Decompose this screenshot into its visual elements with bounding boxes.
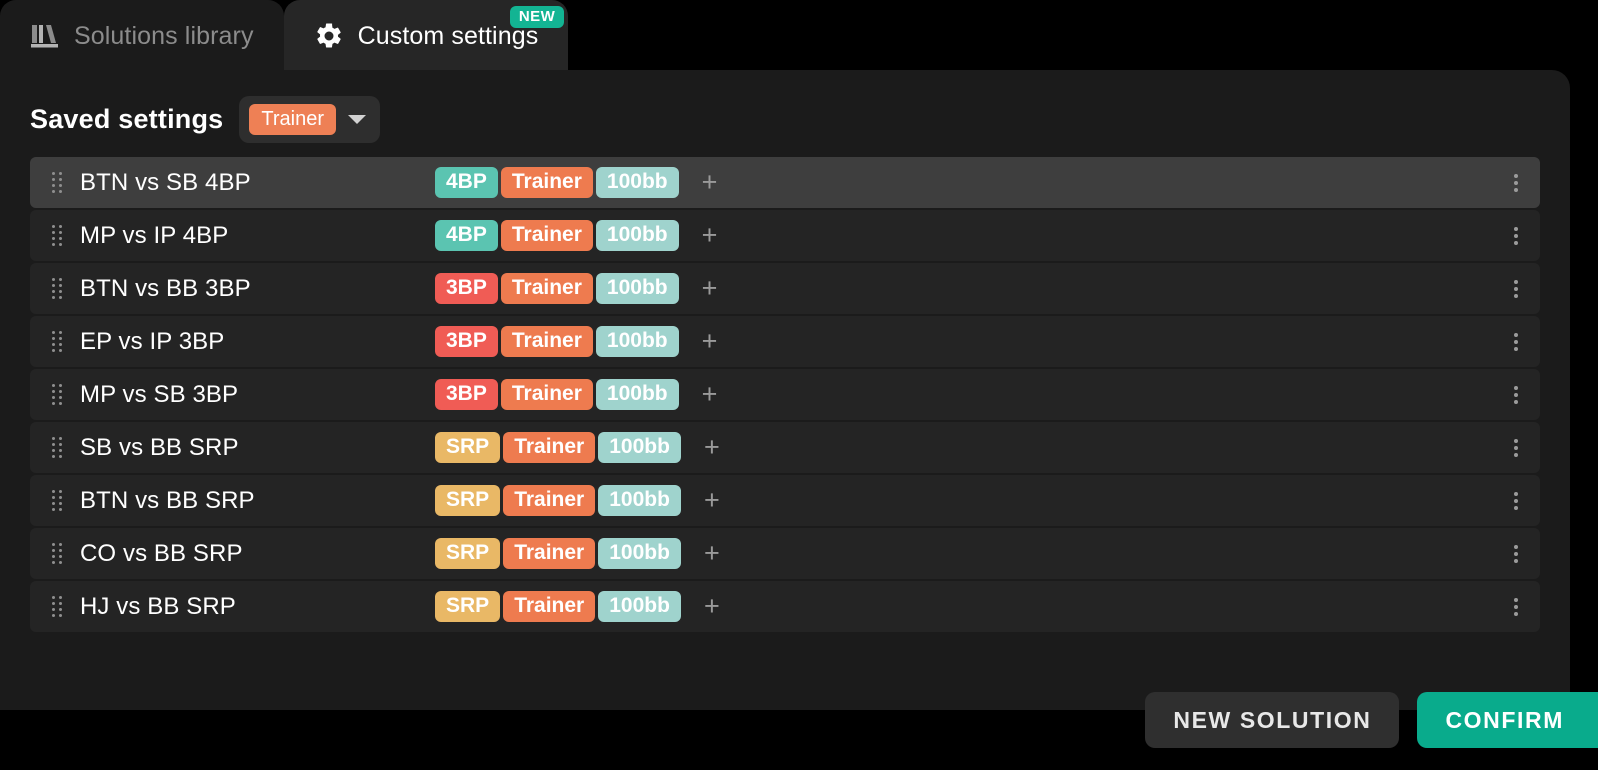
- row-tags: 3BP Trainer 100bb +: [435, 272, 718, 305]
- row-overflow-menu-icon[interactable]: [1510, 435, 1522, 461]
- saved-settings-list: BTN vs SB 4BP 4BP Trainer 100bb + MP vs IP 4B…: [0, 157, 1570, 632]
- tab-solutions-library[interactable]: Solutions library: [0, 0, 284, 72]
- tag-4bp[interactable]: 4BP: [435, 219, 498, 252]
- tag-srp[interactable]: SRP: [435, 537, 501, 570]
- tag-100bb[interactable]: 100bb: [595, 378, 679, 411]
- row-label: HJ vs BB SRP: [80, 592, 236, 620]
- confirm-button[interactable]: CONFIRM: [1417, 692, 1598, 748]
- tag-100bb[interactable]: 100bb: [598, 537, 681, 570]
- profile-select[interactable]: Trainer: [239, 96, 380, 143]
- row-label: BTN vs SB 4BP: [80, 168, 251, 196]
- tag-trainer[interactable]: Trainer: [500, 166, 593, 199]
- table-row[interactable]: HJ vs BB SRP SRP Trainer 100bb +: [30, 581, 1540, 632]
- footer-actions: NEW SOLUTION CONFIRM: [0, 670, 1598, 770]
- row-tags: SRP Trainer 100bb +: [435, 431, 720, 464]
- table-row[interactable]: SB vs BB SRP SRP Trainer 100bb +: [30, 422, 1540, 473]
- row-overflow-menu-icon[interactable]: [1510, 170, 1522, 196]
- row-overflow-menu-icon[interactable]: [1510, 329, 1522, 355]
- tag-100bb[interactable]: 100bb: [598, 484, 681, 517]
- add-tag-icon[interactable]: +: [704, 487, 720, 514]
- row-tags: 3BP Trainer 100bb +: [435, 325, 718, 358]
- page-title: Saved settings: [30, 104, 224, 134]
- new-solution-button[interactable]: NEW SOLUTION: [1145, 692, 1400, 748]
- row-tags: 4BP Trainer 100bb +: [435, 219, 718, 252]
- chevron-down-icon: [347, 115, 366, 124]
- tab-solutions-library-label: Solutions library: [74, 21, 254, 50]
- tag-trainer[interactable]: Trainer: [503, 537, 596, 570]
- row-overflow-menu-icon[interactable]: [1510, 488, 1522, 514]
- drag-handle-icon[interactable]: [44, 384, 70, 405]
- add-tag-icon[interactable]: +: [702, 275, 718, 302]
- tag-srp[interactable]: SRP: [435, 484, 501, 517]
- row-overflow-menu-icon[interactable]: [1510, 223, 1522, 249]
- row-label: EP vs IP 3BP: [80, 327, 225, 355]
- tag-100bb[interactable]: 100bb: [595, 219, 679, 252]
- drag-handle-icon[interactable]: [44, 490, 70, 511]
- drag-handle-icon[interactable]: [44, 225, 70, 246]
- add-tag-icon[interactable]: +: [702, 381, 718, 408]
- table-row[interactable]: MP vs SB 3BP 3BP Trainer 100bb +: [30, 369, 1540, 420]
- table-row[interactable]: BTN vs BB SRP SRP Trainer 100bb +: [30, 475, 1540, 526]
- tag-100bb[interactable]: 100bb: [598, 590, 681, 623]
- tag-trainer[interactable]: Trainer: [503, 590, 596, 623]
- row-overflow-menu-icon[interactable]: [1510, 382, 1522, 408]
- tag-trainer[interactable]: Trainer: [500, 378, 593, 411]
- table-row[interactable]: CO vs BB SRP SRP Trainer 100bb +: [30, 528, 1540, 579]
- row-label: SB vs BB SRP: [80, 433, 239, 461]
- row-tags: SRP Trainer 100bb +: [435, 537, 720, 570]
- tag-4bp[interactable]: 4BP: [435, 166, 498, 199]
- tag-100bb[interactable]: 100bb: [595, 325, 679, 358]
- custom-settings-panel: Saved settings Trainer BTN vs SB 4BP 4BP T…: [0, 70, 1570, 710]
- tag-trainer[interactable]: Trainer: [500, 272, 593, 305]
- row-overflow-menu-icon[interactable]: [1510, 541, 1522, 567]
- tag-3bp[interactable]: 3BP: [435, 325, 498, 358]
- tag-100bb[interactable]: 100bb: [595, 272, 679, 305]
- row-tags: SRP Trainer 100bb +: [435, 590, 720, 623]
- add-tag-icon[interactable]: +: [702, 222, 718, 249]
- add-tag-icon[interactable]: +: [704, 434, 720, 461]
- tab-custom-settings[interactable]: Custom settings NEW: [283, 0, 569, 72]
- table-row[interactable]: MP vs IP 4BP 4BP Trainer 100bb +: [30, 210, 1540, 261]
- tag-3bp[interactable]: 3BP: [435, 272, 498, 305]
- tag-trainer[interactable]: Trainer: [500, 219, 593, 252]
- row-label: CO vs BB SRP: [80, 539, 243, 567]
- tab-bar: Solutions library Custom settings NEW: [0, 0, 1598, 72]
- row-overflow-menu-icon[interactable]: [1510, 594, 1522, 620]
- row-label: BTN vs BB SRP: [80, 486, 255, 514]
- table-row[interactable]: BTN vs SB 4BP 4BP Trainer 100bb +: [30, 157, 1540, 208]
- new-badge: NEW: [509, 6, 565, 28]
- row-overflow-menu-icon[interactable]: [1510, 276, 1522, 302]
- library-icon: [30, 22, 60, 50]
- tag-trainer[interactable]: Trainer: [503, 484, 596, 517]
- tag-srp[interactable]: SRP: [435, 590, 501, 623]
- drag-handle-icon[interactable]: [44, 331, 70, 352]
- row-tags: 3BP Trainer 100bb +: [435, 378, 718, 411]
- row-tags: SRP Trainer 100bb +: [435, 484, 720, 517]
- tag-trainer[interactable]: Trainer: [503, 431, 596, 464]
- profile-select-value: Trainer: [249, 104, 336, 135]
- row-label: MP vs IP 4BP: [80, 221, 229, 249]
- row-tags: 4BP Trainer 100bb +: [435, 166, 718, 199]
- row-label: BTN vs BB 3BP: [80, 274, 251, 302]
- table-row[interactable]: BTN vs BB 3BP 3BP Trainer 100bb +: [30, 263, 1540, 314]
- drag-handle-icon[interactable]: [44, 278, 70, 299]
- row-label: MP vs SB 3BP: [80, 380, 239, 408]
- drag-handle-icon[interactable]: [44, 172, 70, 193]
- add-tag-icon[interactable]: +: [702, 328, 718, 355]
- drag-handle-icon[interactable]: [44, 437, 70, 458]
- tag-100bb[interactable]: 100bb: [595, 166, 679, 199]
- tag-100bb[interactable]: 100bb: [598, 431, 681, 464]
- drag-handle-icon[interactable]: [44, 596, 70, 617]
- panel-header: Saved settings Trainer: [0, 70, 1570, 143]
- tag-srp[interactable]: SRP: [435, 431, 501, 464]
- tag-3bp[interactable]: 3BP: [435, 378, 498, 411]
- gear-icon: [314, 21, 344, 51]
- table-row[interactable]: EP vs IP 3BP 3BP Trainer 100bb +: [30, 316, 1540, 367]
- add-tag-icon[interactable]: +: [704, 593, 720, 620]
- add-tag-icon[interactable]: +: [704, 540, 720, 567]
- tag-trainer[interactable]: Trainer: [500, 325, 593, 358]
- drag-handle-icon[interactable]: [44, 543, 70, 564]
- add-tag-icon[interactable]: +: [702, 169, 718, 196]
